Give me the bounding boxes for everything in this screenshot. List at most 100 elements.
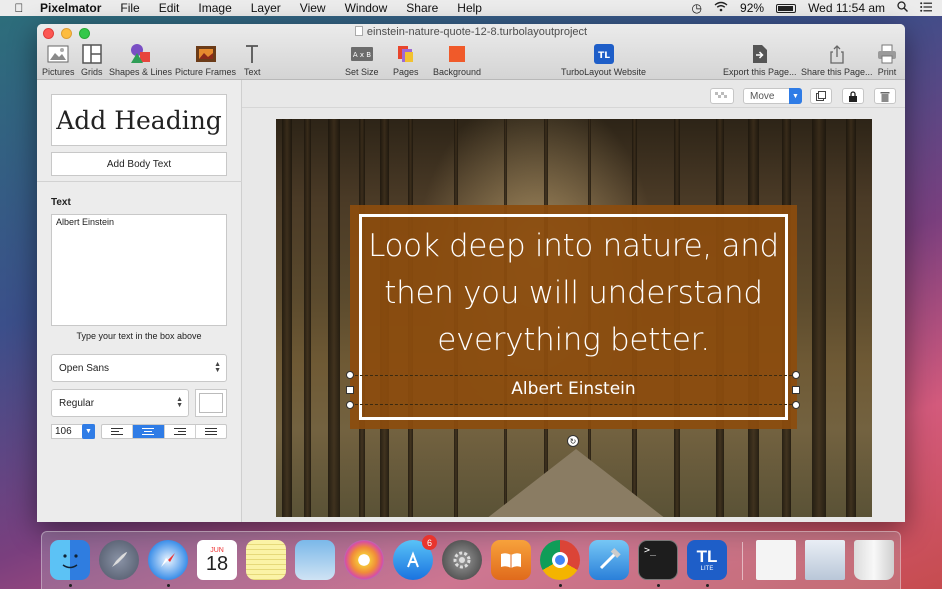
align-right-button[interactable] <box>165 425 196 438</box>
menu-file[interactable]: File <box>120 1 139 15</box>
resize-handle[interactable] <box>792 371 800 379</box>
launchpad-icon[interactable] <box>99 540 139 580</box>
share-label: Share this Page... <box>801 67 873 77</box>
resize-handle[interactable] <box>346 401 354 409</box>
chrome-icon[interactable] <box>540 540 580 580</box>
apple-menu-icon[interactable]:  <box>12 1 26 15</box>
menu-view[interactable]: View <box>300 1 326 15</box>
canvas-toolbar: Move ▼ <box>242 80 905 108</box>
font-size-field[interactable]: 106 ▼ <box>51 424 95 439</box>
export-page-button[interactable]: Export this Page... <box>723 42 797 77</box>
background-button[interactable]: Background <box>433 42 481 77</box>
time-machine-icon[interactable]: ◷ <box>692 1 702 15</box>
align-left-button[interactable] <box>102 425 134 438</box>
tree-trunk <box>812 119 826 517</box>
text-input-area[interactable]: Albert Einstein <box>51 214 227 326</box>
lock-button[interactable] <box>842 88 864 104</box>
trash-icon <box>880 91 890 102</box>
align-justify-button[interactable] <box>196 425 226 438</box>
safari-icon[interactable] <box>148 540 188 580</box>
resize-handle[interactable] <box>346 386 354 394</box>
transparency-button[interactable] <box>710 88 734 104</box>
turbolayout-dock-label: TL <box>696 547 718 566</box>
chevron-down-icon[interactable]: ▼ <box>82 424 95 439</box>
align-right-icon <box>173 428 186 435</box>
system-preferences-icon[interactable] <box>442 540 482 580</box>
calendar-icon[interactable]: JUN 18 <box>197 540 237 580</box>
align-justify-icon <box>204 428 217 435</box>
resize-handle[interactable] <box>346 371 354 379</box>
downloads-stack-icon[interactable] <box>805 540 845 580</box>
resize-handle[interactable] <box>792 386 800 394</box>
notes-icon[interactable] <box>246 540 286 580</box>
menu-image[interactable]: Image <box>198 1 231 15</box>
quote-text[interactable]: Look deep into nature, and then you will… <box>362 223 785 364</box>
text-section-title: Text <box>51 197 71 208</box>
turbolayout-website-button[interactable]: TL TurboLayout Website <box>561 42 646 77</box>
open-book-icon <box>501 553 521 568</box>
pictures-button[interactable]: Pictures <box>42 42 75 77</box>
running-indicator <box>167 584 170 587</box>
printer-icon <box>877 42 897 66</box>
notification-badge: 6 <box>422 535 437 550</box>
font-style-select[interactable]: Regular ▲ ▼ <box>51 389 189 417</box>
font-family-select[interactable]: Open Sans ▲ ▼ <box>51 354 227 382</box>
rotate-handle-icon[interactable]: ↻ <box>567 435 579 447</box>
tree-trunk <box>328 119 340 517</box>
author-text-box[interactable]: Albert Einstein <box>350 375 797 405</box>
grids-button[interactable]: Grids <box>81 42 103 77</box>
spotlight-icon[interactable] <box>897 1 908 15</box>
text-button[interactable]: Text <box>244 42 261 77</box>
lock-icon <box>849 90 857 102</box>
photos-icon[interactable] <box>344 540 384 580</box>
pages-icon <box>396 42 416 66</box>
ibooks-icon[interactable] <box>491 540 531 580</box>
align-left-icon <box>111 428 124 435</box>
running-indicator <box>559 584 562 587</box>
add-body-text-button[interactable]: Add Body Text <box>51 152 227 176</box>
menu-window[interactable]: Window <box>345 1 388 15</box>
picture-frames-button[interactable]: Picture Frames <box>175 42 236 77</box>
mode-select[interactable]: Move ▼ <box>743 88 802 104</box>
align-center-button[interactable] <box>133 425 165 438</box>
menu-edit[interactable]: Edit <box>159 1 180 15</box>
turbolayout-dock-icon[interactable]: TL LITE <box>687 540 727 580</box>
duplicate-button[interactable] <box>810 88 832 104</box>
menu-clock[interactable]: Wed 11:54 am <box>808 1 885 15</box>
delete-button[interactable] <box>874 88 896 104</box>
menu-bar:  Pixelmator File Edit Image Layer View … <box>0 0 942 16</box>
menu-share[interactable]: Share <box>406 1 438 15</box>
print-button[interactable]: Print <box>877 42 897 77</box>
chrome-center-icon <box>552 552 568 568</box>
set-size-button[interactable]: A x B Set Size <box>345 42 379 77</box>
preview-icon[interactable] <box>295 540 335 580</box>
shapes-lines-button[interactable]: Shapes & Lines <box>109 42 172 77</box>
design-artboard[interactable]: Look deep into nature, and then you will… <box>276 119 872 517</box>
trash-icon[interactable] <box>854 540 894 580</box>
pages-button[interactable]: Pages <box>393 42 419 77</box>
battery-icon[interactable] <box>776 3 797 13</box>
share-page-button[interactable]: Share this Page... <box>801 42 873 77</box>
terminal-icon[interactable]: >_ <box>638 540 678 580</box>
duplicate-icon <box>816 91 826 101</box>
wifi-icon[interactable] <box>714 1 728 15</box>
add-heading-button[interactable]: Add Heading <box>51 94 227 146</box>
finder-icon[interactable] <box>50 540 90 580</box>
menu-help[interactable]: Help <box>457 1 482 15</box>
battery-percent[interactable]: 92% <box>740 1 764 15</box>
notification-center-icon[interactable] <box>920 1 932 15</box>
resize-handle[interactable] <box>792 401 800 409</box>
menu-app-name[interactable]: Pixelmator <box>40 1 101 15</box>
author-text[interactable]: Albert Einstein <box>350 379 797 399</box>
select-arrows-icon: ▲ ▼ <box>176 396 183 409</box>
font-family-value: Open Sans <box>59 362 110 374</box>
menu-layer[interactable]: Layer <box>251 1 281 15</box>
app-store-icon[interactable]: 6 <box>393 535 437 580</box>
text-color-well[interactable] <box>195 389 227 417</box>
window-title: einstein-nature-quote-12-8.turbolayoutpr… <box>37 26 905 38</box>
pictures-icon <box>47 42 69 66</box>
documents-stack-icon[interactable] <box>756 540 796 580</box>
xcode-icon[interactable] <box>589 540 629 580</box>
export-icon <box>752 42 768 66</box>
picture-frames-icon <box>195 42 217 66</box>
